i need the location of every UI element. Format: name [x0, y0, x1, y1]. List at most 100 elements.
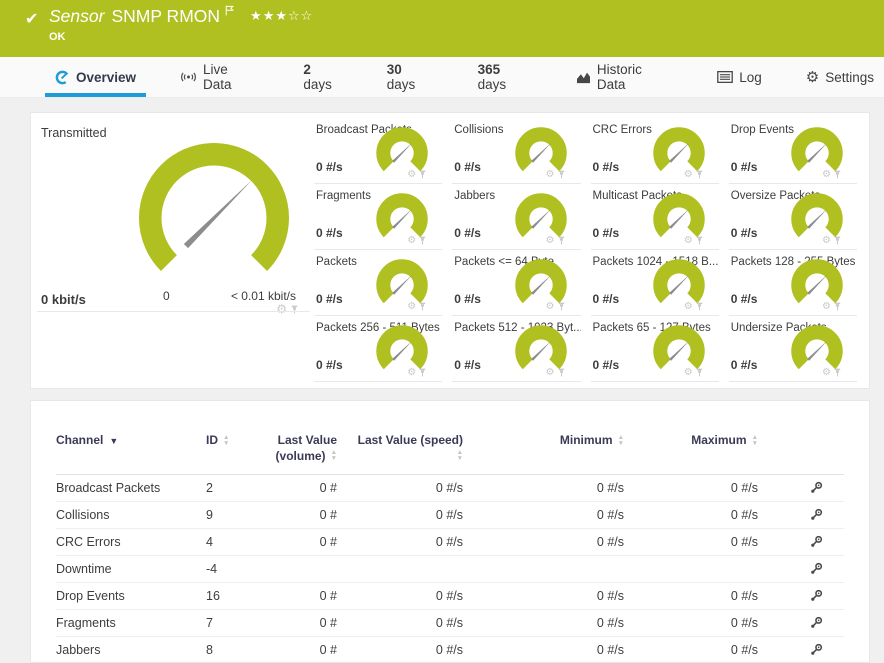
cell-max: 0 #/s: [626, 609, 758, 638]
gauge-value: 0 #/s: [454, 160, 481, 174]
gauge-label: Fragments: [316, 190, 371, 202]
sensor-title: Sensor SNMP RMON ★★★☆☆: [49, 5, 313, 27]
tab-365-days[interactable]: 365 days: [468, 57, 542, 97]
tab-2-days[interactable]: 2 days: [293, 57, 352, 97]
gear-icon[interactable]: ⚙: [822, 169, 831, 180]
column-header-maximum[interactable]: Maximum ▲ ▼: [626, 433, 758, 476]
pin-icon[interactable]: [558, 170, 565, 179]
tab-unit: days: [386, 77, 416, 92]
gear-icon[interactable]: ⚙: [546, 367, 555, 378]
column-header-last-value-speed-[interactable]: Last Value (speed) ▲ ▼: [351, 433, 471, 476]
tab-live-data[interactable]: Live Data: [170, 57, 269, 97]
column-header-last-value-volume-[interactable]: Last Value (volume) ▲ ▼: [266, 433, 351, 476]
cell-max: 0 #/s: [626, 528, 758, 557]
tab-30-days[interactable]: 30 days: [377, 57, 444, 97]
channel-settings-icon[interactable]: [810, 562, 823, 575]
flag-icon[interactable]: [225, 5, 234, 16]
pin-icon[interactable]: [834, 368, 841, 377]
gear-icon[interactable]: ⚙: [407, 235, 416, 246]
pin-icon[interactable]: [419, 302, 426, 311]
pin-icon[interactable]: [291, 305, 298, 314]
gauge-label: Packets: [316, 256, 357, 268]
gauge-value: 0 #/s: [592, 226, 620, 240]
gauge-scale-min: 0: [163, 289, 170, 303]
main-gauge-transmitted: Transmitted 0 < 0.01 kbit/s 0 kbit/s ⚙: [31, 113, 314, 388]
column-header-channel[interactable]: Channel ▼: [56, 433, 206, 476]
priority-stars[interactable]: ★★★☆☆: [250, 8, 313, 23]
cell-speed: 0 #/s: [351, 474, 471, 503]
channel-settings-icon[interactable]: [810, 643, 823, 656]
sort-both-icon: ▲ ▼: [751, 433, 758, 447]
gear-icon[interactable]: ⚙: [546, 169, 555, 180]
cell-id: -4: [206, 555, 266, 584]
pin-icon[interactable]: [419, 368, 426, 377]
status-ok-check-icon: ✔: [25, 11, 39, 28]
cell-channel: Collisions: [56, 501, 206, 530]
gear-icon[interactable]: ⚙: [407, 367, 416, 378]
gauge-icon: [55, 70, 70, 85]
sensor-status-badge: OK: [49, 31, 66, 43]
column-header-minimum[interactable]: Minimum ▲ ▼: [471, 433, 626, 476]
pin-icon[interactable]: [419, 170, 426, 179]
gear-icon[interactable]: ⚙: [546, 235, 555, 246]
gear-icon[interactable]: ⚙: [684, 235, 693, 246]
pin-icon[interactable]: [696, 236, 703, 245]
gear-icon[interactable]: ⚙: [546, 301, 555, 312]
gear-icon[interactable]: ⚙: [407, 301, 416, 312]
channel-gauge: Broadcast Packets 0 #/s ⚙: [314, 118, 443, 184]
tab-historic-data[interactable]: Historic Data: [566, 57, 683, 97]
channel-gauge: Packets <= 64 Byte 0 #/s ⚙: [452, 250, 581, 316]
cell-channel: Downtime: [56, 555, 206, 584]
star-filled-icon[interactable]: ★: [263, 8, 276, 23]
gauge-actions: ⚙: [822, 169, 841, 180]
channel-gauge: Oversize Packets 0 #/s ⚙: [728, 184, 857, 250]
star-filled-icon[interactable]: ★: [275, 8, 288, 23]
cell-speed: 0 #/s: [351, 609, 471, 638]
channel-settings-icon[interactable]: [810, 589, 823, 602]
pin-icon[interactable]: [834, 236, 841, 245]
tab-overview[interactable]: Overview: [45, 57, 147, 97]
pin-icon[interactable]: [696, 368, 703, 377]
gear-icon[interactable]: ⚙: [684, 301, 693, 312]
cell-volume: 0 #: [266, 501, 351, 530]
pin-icon[interactable]: [558, 368, 565, 377]
column-header-id[interactable]: ID ▲ ▼: [206, 433, 266, 476]
channel-settings-icon[interactable]: [810, 481, 823, 494]
channel-settings-icon[interactable]: [810, 535, 823, 548]
pin-icon[interactable]: [696, 170, 703, 179]
cell-speed: 0 #/s: [351, 582, 471, 611]
gauge-value: 0 #/s: [454, 358, 481, 372]
gear-icon[interactable]: ⚙: [822, 367, 831, 378]
table-row: Collisions 9 0 #0 #/s 0 #/s 0 #/s: [56, 501, 844, 530]
cell-channel: Drop Events: [56, 582, 206, 611]
pin-icon[interactable]: [558, 236, 565, 245]
gear-icon[interactable]: ⚙: [407, 169, 416, 180]
sort-both-icon: ▲ ▼: [456, 449, 463, 463]
cell-volume: [266, 555, 351, 584]
star-filled-icon[interactable]: ★: [250, 8, 263, 23]
pin-icon[interactable]: [834, 170, 841, 179]
channel-gauge: Packets 1024 - 1518 B... 0 #/s ⚙: [590, 250, 719, 316]
gear-icon: ⚙: [805, 67, 820, 86]
pin-icon[interactable]: [834, 302, 841, 311]
gear-icon[interactable]: ⚙: [276, 302, 287, 316]
tab-settings[interactable]: ⚙ Settings: [796, 57, 884, 97]
gauge-value: 0 #/s: [316, 358, 343, 372]
gear-icon[interactable]: ⚙: [684, 169, 693, 180]
table-row: Broadcast Packets 2 0 #0 #/s 0 #/s 0 #/s: [56, 474, 844, 503]
gear-icon[interactable]: ⚙: [684, 367, 693, 378]
cell-id: 16: [206, 582, 266, 611]
pin-icon[interactable]: [558, 302, 565, 311]
tab-log[interactable]: Log: [707, 57, 772, 97]
cell-max: 0 #/s: [626, 501, 758, 530]
gear-icon[interactable]: ⚙: [822, 301, 831, 312]
pin-icon[interactable]: [696, 302, 703, 311]
tab-label: Log: [739, 69, 762, 85]
star-empty-icon[interactable]: ☆: [288, 8, 301, 23]
channel-settings-icon[interactable]: [810, 616, 823, 629]
table-row: Jabbers 8 0 #0 #/s 0 #/s 0 #/s: [56, 636, 844, 662]
star-empty-icon[interactable]: ☆: [301, 8, 314, 23]
gear-icon[interactable]: ⚙: [822, 235, 831, 246]
channel-settings-icon[interactable]: [810, 508, 823, 521]
pin-icon[interactable]: [419, 236, 426, 245]
